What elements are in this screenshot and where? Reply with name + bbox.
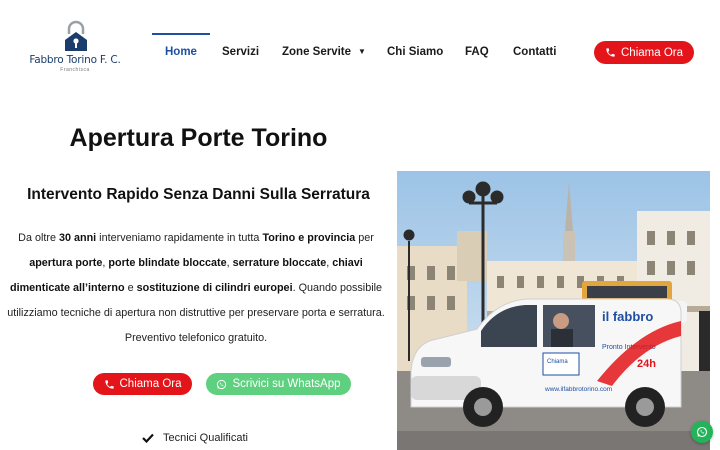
paragraph-bold-run: porte blindate bloccate [108, 257, 227, 269]
van-photo-illustration: il fabbro Pronto Intervento 24h Chiama w… [397, 171, 710, 450]
paragraph-text-run: interveniamo rapidamente in tutta [96, 232, 263, 244]
logo[interactable]: Fabbro Torino F. C. Franchisca [20, 20, 130, 76]
nav-item-zone-servite[interactable]: Zone Servite ▼ [282, 33, 366, 71]
chevron-down-icon: ▼ [358, 47, 366, 56]
hero-call-button[interactable]: Chiama Ora [93, 373, 192, 395]
nav-item-faq[interactable]: FAQ [465, 33, 489, 71]
logo-sub-text: Franchisca [60, 67, 90, 73]
phone-icon [606, 48, 615, 57]
paragraph-bold-run: 30 anni [58, 232, 97, 244]
logo-brand-text: Fabbro Torino F. C. [29, 54, 121, 66]
nav-item-zone-servite-label: Zone Servite [282, 46, 352, 58]
nav-item-servizi[interactable]: Servizi [222, 33, 259, 71]
paragraph-text-run: per [355, 232, 374, 244]
whatsapp-label: Scrivici su WhatsApp [232, 378, 341, 390]
paragraph-bold-run: sostituzione di cilindri europei [136, 282, 293, 294]
site-header: Fabbro Torino F. C. Franchisca Home Serv… [0, 0, 720, 100]
van-hours-text: 24h [637, 358, 656, 370]
van-phone-label: Chiama [547, 359, 568, 365]
feature-label: Tecnici Qualificati [163, 432, 248, 444]
hero-photo: il fabbro Pronto Intervento 24h Chiama w… [397, 171, 710, 450]
hero-call-label: Chiama Ora [119, 378, 182, 390]
van-brand-text: il fabbro [602, 309, 653, 324]
hero-paragraph: Da oltre 30 anni interveniamo rapidament… [6, 226, 386, 351]
hero-subtitle: Intervento Rapido Senza Danni Sulla Serr… [27, 186, 370, 203]
lock-logo-icon [65, 20, 87, 51]
header-call-label: Chiama Ora [621, 46, 683, 59]
van-url-text: www.ilfabbrotorino.com [544, 386, 612, 393]
whatsapp-button[interactable]: Scrivici su WhatsApp [206, 373, 351, 395]
paragraph-text-run: e [124, 282, 137, 294]
phone-icon [104, 379, 114, 389]
paragraph-bold-run: serrature bloccate [232, 257, 327, 269]
floating-whatsapp-button[interactable] [691, 421, 713, 443]
check-icon [142, 433, 154, 443]
nav-item-contatti[interactable]: Contatti [513, 33, 556, 71]
whatsapp-icon [217, 379, 227, 389]
paragraph-bold-run: apertura porte [29, 257, 103, 269]
page-title: Apertura Porte Torino [69, 124, 328, 152]
nav-item-home[interactable]: Home [165, 33, 197, 71]
paragraph-bold-run: Torino e provincia [262, 232, 356, 244]
whatsapp-icon [696, 426, 708, 438]
nav-item-chi-siamo[interactable]: Chi Siamo [387, 33, 443, 71]
header-call-button[interactable]: Chiama Ora [594, 41, 694, 64]
feature-item: Tecnici Qualificati [142, 430, 248, 446]
paragraph-text-run: Da oltre [18, 232, 59, 244]
